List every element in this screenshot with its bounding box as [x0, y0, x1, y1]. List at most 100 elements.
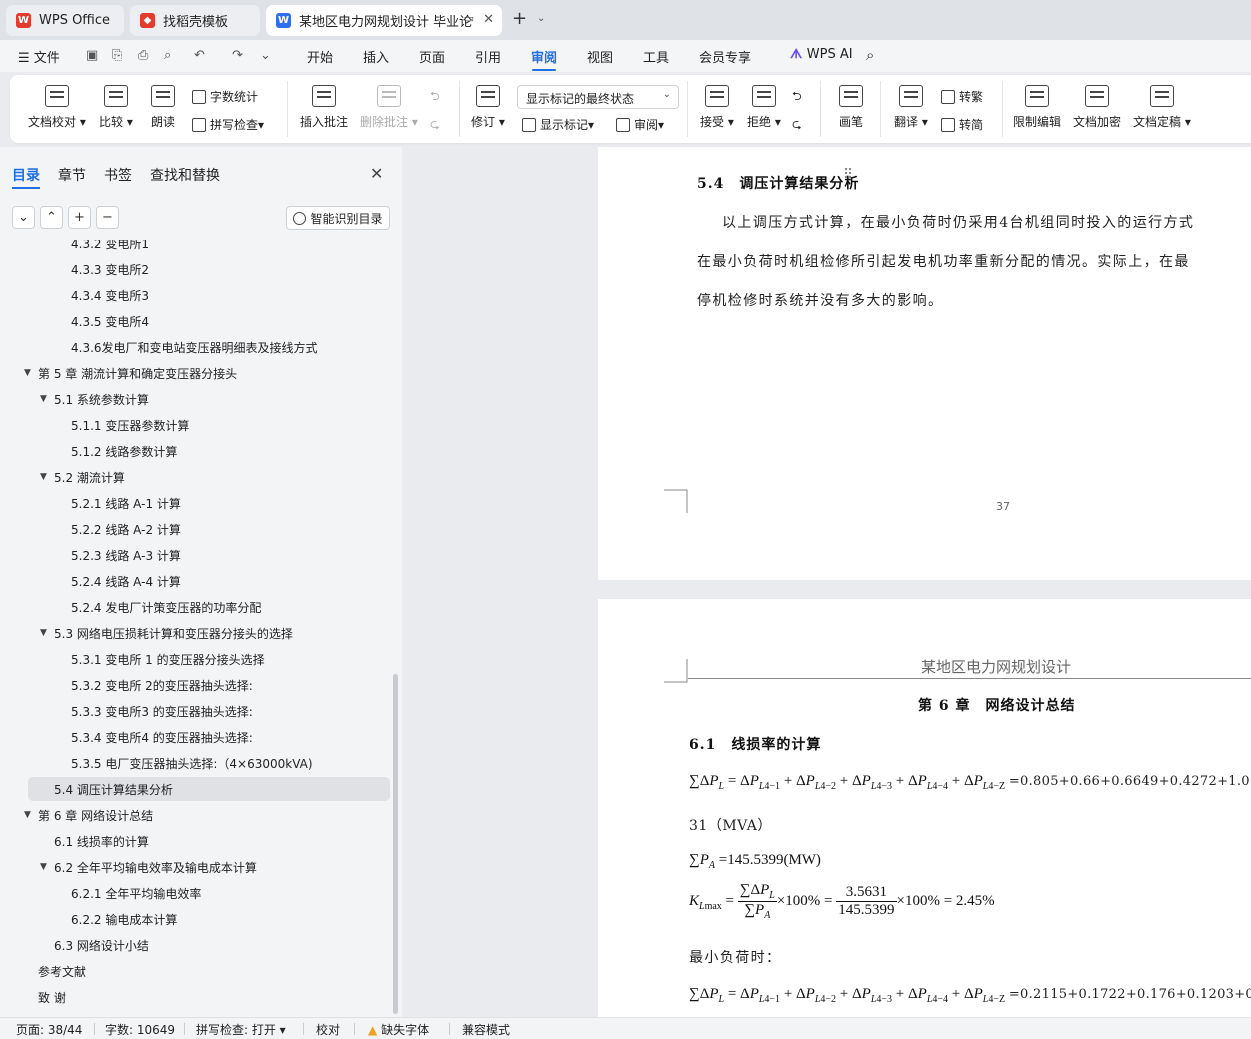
compare-button[interactable]: 比较 ▾	[99, 85, 133, 130]
toc-item[interactable]: 5.4 调压计算结果分析	[28, 777, 390, 801]
toc-item[interactable]: 5.3.2 变电所 2的变压器抽头选择:	[71, 673, 253, 697]
close-panel-icon[interactable]: ✕	[370, 164, 383, 183]
menu-item-tools[interactable]: 工具	[643, 47, 669, 66]
review-pane-button[interactable]: 审阅 ▾	[616, 116, 664, 133]
prev-comment-icon[interactable]: ⮌	[430, 87, 440, 108]
page-indicator[interactable]: 页面: 38/44	[16, 1021, 82, 1038]
toc-item[interactable]: ▼ 第 6 章 网络设计总结	[24, 803, 153, 827]
expand-toggle-icon[interactable]: ▼	[24, 368, 38, 378]
save-icon[interactable]: ▣	[86, 48, 98, 63]
toc-item[interactable]: 参考文献	[38, 959, 86, 983]
word-count-status[interactable]: 字数: 10649	[105, 1021, 175, 1038]
remove-heading-button[interactable]: −	[96, 206, 119, 229]
tab-toc[interactable]: 目录	[12, 165, 40, 185]
toc-item[interactable]: 6.3 网络设计小结	[54, 933, 149, 957]
expand-down-button[interactable]: ⌄	[12, 206, 35, 229]
export-icon[interactable]: ⎘	[112, 48, 122, 63]
toc-item[interactable]: 5.2.2 线路 A-2 计算	[71, 517, 181, 541]
expand-toggle-icon[interactable]: ▼	[40, 472, 54, 482]
toc-item[interactable]: 5.2.1 线路 A-1 计算	[71, 491, 181, 515]
undo-icon[interactable]: ↶	[194, 48, 205, 63]
toc-item[interactable]: 5.2.4 发电厂计策变压器的功率分配	[71, 595, 261, 619]
panel-scrollbar[interactable]	[393, 674, 398, 1014]
tab-docer-templates[interactable]: ◆ 找稻壳模板	[130, 5, 260, 36]
delete-comment-button[interactable]: 删除批注 ▾	[360, 85, 418, 130]
add-heading-button[interactable]: +	[68, 206, 91, 229]
menu-item-start[interactable]: 开始	[307, 47, 333, 66]
pen-button[interactable]: 画笔	[839, 85, 863, 130]
spell-check-button[interactable]: 拼写检查 ▾	[192, 116, 264, 133]
to-traditional-button[interactable]: 转繁	[941, 88, 983, 105]
markup-state-dropdown[interactable]: 显示标记的最终状态 ⌄	[517, 85, 679, 109]
word-count-button[interactable]: 字数统计	[192, 88, 258, 105]
file-menu[interactable]: ☰ 文件	[18, 47, 60, 66]
revise-button[interactable]: 修订 ▾	[471, 85, 505, 130]
insert-comment-button[interactable]: 插入批注	[300, 85, 348, 130]
tab-wps-office[interactable]: W WPS Office	[6, 5, 124, 36]
expand-toggle-icon[interactable]: ▼	[24, 810, 38, 820]
toc-item[interactable]: 致 谢	[38, 985, 66, 1009]
translate-button[interactable]: 翻译 ▾	[894, 85, 928, 130]
toc-item[interactable]: 5.1.1 变压器参数计算	[71, 413, 189, 437]
accept-button[interactable]: 接受 ▾	[700, 85, 734, 130]
spell-check-status[interactable]: 拼写检查: 打开 ▾	[196, 1021, 286, 1038]
print-preview-icon[interactable]: ⌕	[164, 48, 171, 63]
toc-item[interactable]: ▼ 第 5 章 潮流计算和确定变压器分接头	[24, 361, 237, 385]
more-chevron-icon[interactable]: ⌄	[260, 48, 271, 63]
toc-item[interactable]: 6.2.2 输电成本计算	[71, 907, 177, 931]
read-aloud-button[interactable]: 朗读	[151, 85, 175, 130]
show-markup-button[interactable]: 显示标记 ▾	[522, 116, 594, 133]
close-tab-icon[interactable]: ✕	[483, 12, 494, 27]
toc-item[interactable]: ▼ 5.3 网络电压损耗计算和变压器分接头的选择	[40, 621, 293, 645]
expand-toggle-icon[interactable]: ▼	[40, 628, 54, 638]
toc-item[interactable]: 4.3.3 变电所2	[71, 257, 149, 281]
search-icon[interactable]: ⌕	[866, 46, 874, 64]
toc-item[interactable]: 5.3.4 变电所4 的变压器抽头选择:	[71, 725, 253, 749]
toc-item[interactable]: 5.2.4 线路 A-4 计算	[71, 569, 181, 593]
restrict-edit-button[interactable]: 限制编辑	[1013, 85, 1061, 130]
tab-chapters[interactable]: 章节	[58, 165, 86, 185]
toc-item[interactable]: 5.1.2 线路参数计算	[71, 439, 177, 463]
missing-font-status[interactable]: ▲ 缺失字体	[368, 1021, 429, 1038]
expand-toggle-icon[interactable]: ▼	[40, 862, 54, 872]
toc-item[interactable]: 5.3.1 变电所 1 的变压器分接头选择	[71, 647, 265, 671]
next-comment-icon[interactable]: ⮎	[430, 115, 440, 136]
wps-ai-button[interactable]: ᗑ WPS AI	[790, 47, 853, 62]
redo-icon[interactable]: ↷	[232, 48, 243, 63]
menu-item-view[interactable]: 视图	[587, 47, 613, 66]
proof-status[interactable]: 校对	[316, 1021, 340, 1038]
toc-item[interactable]: ▼ 5.2 潮流计算	[40, 465, 125, 489]
toc-item[interactable]: 5.3.3 变电所3 的变压器抽头选择:	[71, 699, 253, 723]
finalize-button[interactable]: 文档定稿 ▾	[1133, 85, 1191, 130]
encrypt-button[interactable]: 文档加密	[1073, 85, 1121, 130]
tab-find-replace[interactable]: 查找和替换	[150, 165, 220, 185]
chevron-down-icon[interactable]: ⌄	[537, 13, 545, 24]
reject-button[interactable]: 拒绝 ▾	[747, 85, 781, 130]
menu-item-page[interactable]: 页面	[419, 47, 445, 66]
to-simplified-button[interactable]: 转简	[941, 116, 983, 133]
print-icon[interactable]: ⎙	[138, 48, 148, 63]
tab-current-document[interactable]: W 某地区电力网规划设计 毕业论 ▭ ✕	[266, 5, 502, 36]
toc-item[interactable]: 4.3.4 变电所3	[71, 283, 149, 307]
toc-item[interactable]: 6.1 线损率的计算	[54, 829, 149, 853]
toc-item[interactable]: 5.2.3 线路 A-3 计算	[71, 543, 181, 567]
toc-item[interactable]: 4.3.5 变电所4	[71, 309, 149, 333]
smart-toc-button[interactable]: 智能识别目录	[286, 206, 390, 230]
toc-item[interactable]: 4.3.2 变电所1	[71, 240, 149, 255]
toc-item[interactable]: ▼ 5.1 系统参数计算	[40, 387, 149, 411]
menu-item-member[interactable]: 会员专享	[699, 47, 751, 66]
expand-toggle-icon[interactable]: ▼	[40, 394, 54, 404]
menu-item-insert[interactable]: 插入	[363, 47, 389, 66]
toc-item[interactable]: 6.2.1 全年平均输电效率	[71, 881, 201, 905]
prev-change-icon[interactable]: ⮌	[792, 87, 802, 108]
menu-item-reference[interactable]: 引用	[475, 47, 501, 66]
doc-check-button[interactable]: 文档校对 ▾	[28, 85, 86, 130]
tab-bookmarks[interactable]: 书签	[104, 165, 132, 185]
toc-item[interactable]: 4.3.6发电厂和变电站变压器明细表及接线方式	[71, 335, 318, 359]
next-change-icon[interactable]: ⮎	[792, 115, 802, 136]
menu-item-review[interactable]: 审阅	[531, 47, 557, 66]
new-tab-plus-icon[interactable]: +	[512, 8, 527, 29]
collapse-up-button[interactable]: ⌃	[40, 206, 63, 229]
toc-item[interactable]: 5.3.5 电厂变压器抽头选择:（4×63000kVA)	[71, 751, 313, 775]
toc-item[interactable]: ▼ 6.2 全年平均输电效率及输电成本计算	[40, 855, 257, 879]
